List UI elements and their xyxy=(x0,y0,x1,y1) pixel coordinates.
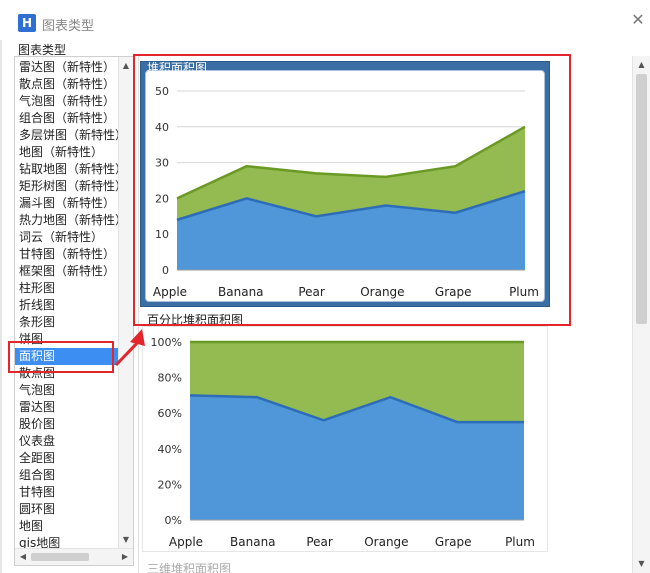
chart-type-item[interactable]: 气泡图（新特性） xyxy=(15,93,119,110)
y-tick-label: 60% xyxy=(158,407,182,420)
chart-type-item[interactable]: 条形图 xyxy=(15,314,119,331)
chart-type-items: 雷达图（新特性） 散点图（新特性） 气泡图（新特性） 组合图（新特性） 多层饼图（新特性… xyxy=(15,59,119,552)
y-tick-label: 40% xyxy=(158,443,182,456)
y-tick-label: 100% xyxy=(151,336,182,349)
scroll-down-icon[interactable]: ▼ xyxy=(633,557,650,571)
x-tick-label: Banana xyxy=(230,535,276,549)
x-tick-label: Apple xyxy=(169,535,203,549)
chart-type-item[interactable]: 热力地图（新特性） xyxy=(15,212,119,229)
scroll-down-icon[interactable]: ▼ xyxy=(119,533,133,547)
chart-type-item[interactable]: 框架图（新特性） xyxy=(15,263,119,280)
chart-type-item[interactable]: 全距图 xyxy=(15,450,119,467)
chart-type-item[interactable]: 甘特图 xyxy=(15,484,119,501)
scroll-right-icon[interactable]: ▶ xyxy=(118,549,132,565)
annotation-highlight-preview xyxy=(133,54,571,326)
chart-type-item[interactable]: 气泡图 xyxy=(15,382,119,399)
percent-stacked-area-chart: 0% 20% 40% 60% 80% 100% Apple Banana Pear Orange G… xyxy=(151,336,535,549)
chart-type-item[interactable]: 折线图 xyxy=(15,297,119,314)
chart-type-item[interactable]: 股价图 xyxy=(15,416,119,433)
chart-type-item[interactable]: 地图（新特性） xyxy=(15,144,119,161)
chart-type-item[interactable]: 组合图（新特性） xyxy=(15,110,119,127)
scroll-up-icon[interactable]: ▲ xyxy=(119,59,133,73)
chart-type-item[interactable]: 雷达图 xyxy=(15,399,119,416)
chart-type-item[interactable]: 甘特图（新特性） xyxy=(15,246,119,263)
preview-title-third: 三维堆积面积图 xyxy=(147,562,232,573)
chart-type-item[interactable]: 钻取地图（新特性） xyxy=(15,161,119,178)
type-list-horizontal-scrollbar[interactable]: ◀ ▶ xyxy=(15,548,133,565)
window-left-edge xyxy=(0,40,2,573)
type-list-vertical-scrollbar[interactable]: ▲ ▼ xyxy=(118,57,133,549)
x-tick-label: Orange xyxy=(364,535,408,549)
chart-type-item[interactable]: 散点图（新特性） xyxy=(15,76,119,93)
x-tick-label: Grape xyxy=(435,535,472,549)
chart-type-item[interactable]: 组合图 xyxy=(15,467,119,484)
window-title: 图表类型 xyxy=(42,19,95,34)
chart-type-item[interactable]: 多层饼图（新特性） xyxy=(15,127,119,144)
chart-type-item[interactable]: 圆环图 xyxy=(15,501,119,518)
chart-type-item[interactable]: 地图 xyxy=(15,518,119,535)
scroll-up-icon[interactable]: ▲ xyxy=(633,58,650,72)
app-logo-icon: H xyxy=(18,14,36,32)
scroll-thumb[interactable] xyxy=(31,553,89,561)
preview-percent-stacked-area[interactable]: 0% 20% 40% 60% 80% 100% Apple Banana Pear Orange G… xyxy=(142,326,548,552)
title-bar: H 图表类型 ✕ xyxy=(0,0,650,40)
scroll-thumb[interactable] xyxy=(636,74,647,324)
chart-type-item[interactable]: 矩形树图（新特性） xyxy=(15,178,119,195)
chart-type-item[interactable]: 词云（新特性） xyxy=(15,229,119,246)
preview-vertical-scrollbar[interactable]: ▲ ▼ xyxy=(632,56,650,573)
x-tick-label: Plum xyxy=(505,535,535,549)
y-tick-label: 20% xyxy=(158,478,182,491)
close-icon[interactable]: ✕ xyxy=(630,12,646,28)
chart-type-list[interactable]: 雷达图（新特性） 散点图（新特性） 气泡图（新特性） 组合图（新特性） 多层饼图（新特性… xyxy=(14,56,134,566)
chart-type-item[interactable]: 漏斗图（新特性） xyxy=(15,195,119,212)
chart-type-item[interactable]: 仪表盘 xyxy=(15,433,119,450)
chart-type-item[interactable]: 柱形图 xyxy=(15,280,119,297)
y-tick-label: 0% xyxy=(165,514,182,527)
y-tick-label: 80% xyxy=(158,372,182,385)
annotation-highlight-list-item xyxy=(8,341,114,373)
scroll-left-icon[interactable]: ◀ xyxy=(16,549,30,565)
x-tick-label: Pear xyxy=(306,535,333,549)
chart-type-item[interactable]: 雷达图（新特性） xyxy=(15,59,119,76)
